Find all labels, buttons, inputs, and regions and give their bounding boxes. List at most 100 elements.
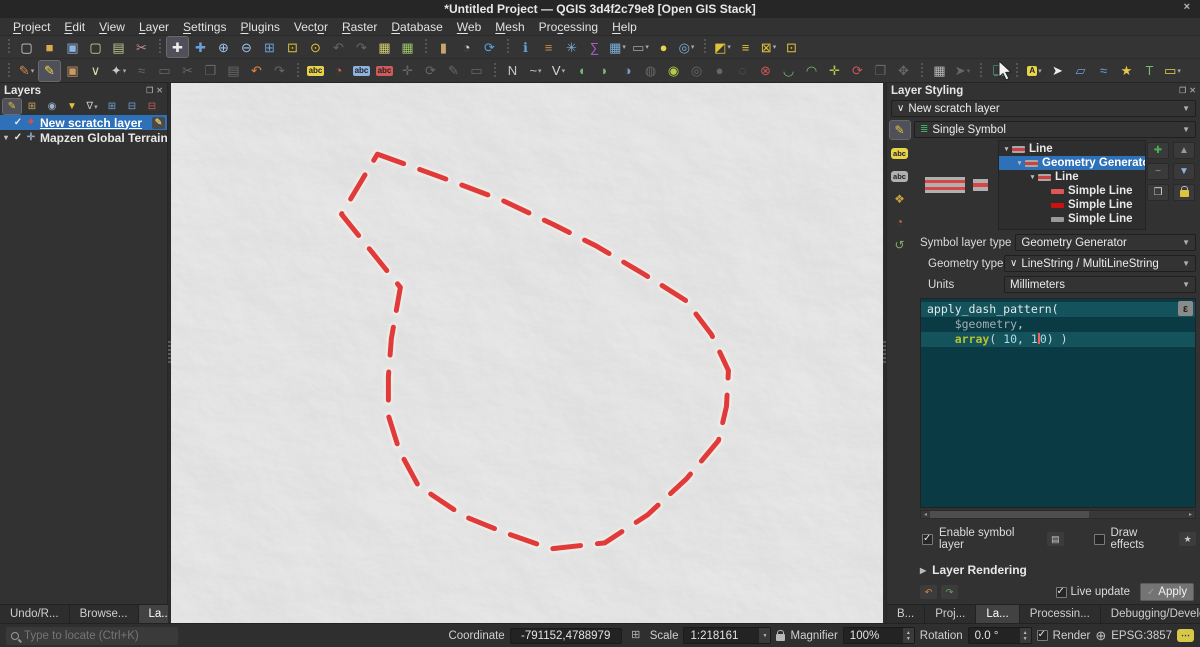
layers-panel-dock-icon[interactable]: ❐ xyxy=(146,86,153,95)
menu-vector[interactable]: Vector xyxy=(287,20,335,34)
move-down-button[interactable]: ▼ xyxy=(1173,163,1195,180)
toolbar-grip[interactable] xyxy=(422,39,429,55)
digitize-with-shape-button[interactable]: ✦▾ xyxy=(108,61,129,81)
move-feature-button[interactable]: ✥ xyxy=(893,61,914,81)
symbology-tab[interactable]: ✎ xyxy=(890,121,910,139)
dropdown-arrow-icon[interactable]: ▾ xyxy=(1038,67,1042,75)
split-parts-button[interactable]: ◑ xyxy=(617,61,638,81)
styled-layer-selector[interactable]: ∨ New scratch layer ▼ xyxy=(891,100,1196,117)
invert-selection-button[interactable]: ⊡ xyxy=(781,37,802,57)
toolbar-grip[interactable] xyxy=(5,63,12,79)
move-label-button[interactable]: ✛ xyxy=(397,61,418,81)
collapse-all-button[interactable]: ⊟ xyxy=(123,99,141,114)
split-features-button[interactable]: ◗ xyxy=(594,61,615,81)
menu-database[interactable]: Database xyxy=(384,20,449,34)
dropdown-arrow-icon[interactable]: ▾ xyxy=(691,43,695,51)
toolbar-grip[interactable] xyxy=(156,39,163,55)
menu-mesh[interactable]: Mesh xyxy=(488,20,531,34)
change-label-properties-button[interactable]: ▭ xyxy=(466,61,487,81)
paste-features-button[interactable]: ▤ xyxy=(223,61,244,81)
options-gear-button[interactable]: ✳ xyxy=(561,37,582,57)
menu-web[interactable]: Web xyxy=(450,20,488,34)
dock-tab-1[interactable]: Browse... xyxy=(70,605,139,623)
select-features-button[interactable]: ◩▾ xyxy=(712,37,733,57)
expression-builder-button[interactable]: ε xyxy=(1178,301,1193,316)
styling-panel-dock-icon[interactable]: ❐ xyxy=(1179,86,1186,95)
labels-tab[interactable]: abc xyxy=(890,144,910,162)
add-ring-button[interactable]: ◉ xyxy=(663,61,684,81)
save-project-button[interactable]: ▣ xyxy=(62,37,83,57)
dropdown-arrow-icon[interactable]: ▾ xyxy=(31,67,35,75)
fill-ring-button[interactable]: ◎ xyxy=(686,61,707,81)
filter-legend-button[interactable]: ▼ xyxy=(63,99,81,114)
zoom-out-button[interactable]: ⊖ xyxy=(236,37,257,57)
rotate-feature-button[interactable]: ⟳ xyxy=(847,61,868,81)
scale-combo[interactable]: 1:218161 ▼ xyxy=(683,627,771,644)
new-print-layout-button[interactable]: ▢ xyxy=(85,37,106,57)
copy-move-feature-button[interactable]: ❐ xyxy=(870,61,891,81)
layers-panel-close-icon[interactable]: ✕ xyxy=(156,86,163,95)
crs-value[interactable]: EPSG:3857 xyxy=(1111,630,1172,642)
dropdown-arrow-icon[interactable]: ▾ xyxy=(538,67,542,75)
dropdown-arrow-icon[interactable]: ▾ xyxy=(94,103,98,111)
point-text-annotation-button[interactable]: T xyxy=(1139,61,1160,81)
draw-effects-checkbox[interactable] xyxy=(1094,534,1105,545)
zoom-to-selection-button[interactable]: ⊡ xyxy=(282,37,303,57)
layer-rendering-section[interactable]: ▶ Layer Rendering xyxy=(920,563,1196,577)
chevron-down-icon[interactable]: ▼ xyxy=(759,628,770,643)
remove-symbol-layer-button[interactable]: − xyxy=(1147,163,1169,180)
render-checkbox[interactable] xyxy=(1037,630,1048,641)
editing-indicator-icon[interactable]: ✎ xyxy=(152,117,165,129)
zoom-to-layer-button[interactable]: ⊙ xyxy=(305,37,326,57)
change-label-button[interactable]: ✎ xyxy=(443,61,464,81)
menu-processing[interactable]: Processing xyxy=(532,20,605,34)
marker-annotation-button[interactable]: ★ xyxy=(1116,61,1137,81)
polygon-annotation-button[interactable]: ▱ xyxy=(1070,61,1091,81)
manage-map-themes-button[interactable]: ◉ xyxy=(43,99,61,114)
symbol-layer-simple-line[interactable]: Simple Line xyxy=(999,212,1145,226)
copy-features-button[interactable]: ❐ xyxy=(200,61,221,81)
lock-color-button[interactable] xyxy=(1173,184,1195,201)
map-tips-button[interactable]: ● xyxy=(653,37,674,57)
add-group-button[interactable]: ⊞ xyxy=(23,99,41,114)
units-combo[interactable]: Millimeters ▼ xyxy=(1004,276,1196,293)
diagrams-tab[interactable]: ◔ xyxy=(890,213,910,231)
dropdown-arrow-icon[interactable]: ▾ xyxy=(622,43,626,51)
effects-star-icon[interactable]: ★ xyxy=(1179,532,1196,546)
dropdown-arrow-icon[interactable]: ▾ xyxy=(645,43,649,51)
line-annotation-button[interactable]: ≈ xyxy=(1093,61,1114,81)
symbol-layer-simple-line[interactable]: Simple Line xyxy=(999,184,1145,198)
pan-map-button[interactable]: ✚ xyxy=(167,37,188,57)
identify-features-button[interactable]: ℹ xyxy=(515,37,536,57)
styling-panel-close-icon[interactable]: ✕ xyxy=(1189,86,1196,95)
remove-layer-button[interactable]: ⊟ xyxy=(143,99,161,114)
toolbar-grip[interactable] xyxy=(701,39,708,55)
scroll-left-icon[interactable]: ◂ xyxy=(921,511,930,518)
text-annotation-button[interactable]: A▾ xyxy=(1024,61,1045,81)
right-panel-splitter[interactable] xyxy=(883,83,886,623)
current-edits-button[interactable]: ✎▾ xyxy=(16,61,37,81)
spatial-bookmarks-button[interactable]: ▮ xyxy=(433,37,454,57)
dropdown-arrow-icon[interactable]: ▾ xyxy=(123,67,127,75)
advanced-digitizing-button[interactable]: N xyxy=(502,61,523,81)
add-symbol-layer-button[interactable]: ✚ xyxy=(1147,142,1169,159)
symbol-layer-type-combo[interactable]: Geometry Generator ▼ xyxy=(1015,234,1196,251)
open-layer-styling-button[interactable]: ✎ xyxy=(3,99,21,114)
locate-search[interactable] xyxy=(6,627,178,645)
menu-project[interactable]: Project xyxy=(6,20,57,34)
messages-button[interactable]: ⋯ xyxy=(1177,629,1194,642)
delete-ring-button[interactable]: ◌ xyxy=(732,61,753,81)
apply-button[interactable]: ✓ Apply xyxy=(1140,583,1194,601)
dock-tab-0[interactable]: Undo/R... xyxy=(0,605,70,623)
tree-expander-icon[interactable]: ▾ xyxy=(1001,145,1012,153)
dock-tab-4[interactable]: Debugging/Develop... xyxy=(1101,605,1200,623)
dock-tab-3[interactable]: Processin... xyxy=(1020,605,1101,623)
form-annotation-button[interactable]: ▭▾ xyxy=(1162,61,1183,81)
zoom-next-button[interactable]: ↷ xyxy=(351,37,372,57)
coordinate-value[interactable]: -791152,4788979 xyxy=(510,628,622,644)
move-up-button[interactable]: ▲ xyxy=(1173,142,1195,159)
live-update-checkbox[interactable] xyxy=(1056,587,1067,598)
pan-to-selection-button[interactable]: ✚ xyxy=(190,37,211,57)
delete-selected-button[interactable]: ▭ xyxy=(154,61,175,81)
tree-expander-icon[interactable]: ▾ xyxy=(1027,173,1038,181)
